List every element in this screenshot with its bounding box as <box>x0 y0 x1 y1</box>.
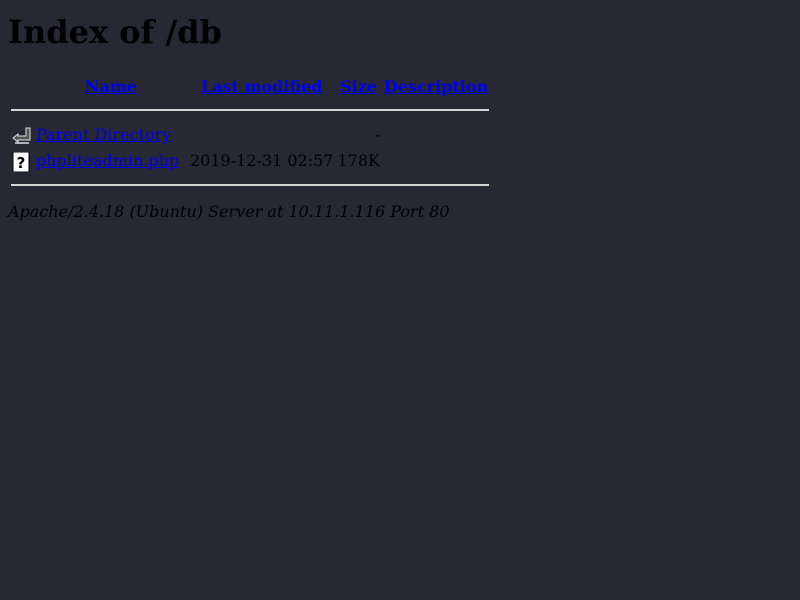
header-separator-row <box>11 101 490 121</box>
svg-text:?: ? <box>17 154 26 172</box>
row-name-cell: Parent Directory <box>35 123 187 147</box>
row-last-modified-cell <box>189 123 334 147</box>
name-column-header: Name <box>35 75 187 99</box>
horizontal-rule <box>11 109 490 111</box>
table-row: ? phpliteadmin.php 2019-12-31 02:57 178K <box>11 149 489 173</box>
description-column-header: Description <box>383 75 489 99</box>
row-name-cell: phpliteadmin.php <box>35 149 187 173</box>
sort-by-name-link[interactable]: Name <box>85 77 137 96</box>
table-header-row: Name Last modified Size Description <box>11 75 489 99</box>
row-size-cell: - <box>374 125 380 144</box>
footer-separator-row <box>11 175 490 196</box>
directory-listing-table: Name Last modified Size Description Pare… <box>9 73 491 198</box>
table-row: Parent Directory - <box>11 123 489 147</box>
back-icon <box>12 124 32 146</box>
row-description-cell <box>383 123 489 147</box>
horizontal-rule <box>11 184 490 186</box>
page-title: Index of /db <box>8 13 222 51</box>
sort-by-last-modified-link[interactable]: Last modified <box>201 77 322 96</box>
row-icon-cell: ? <box>11 149 33 173</box>
sort-by-description-link[interactable]: Description <box>384 77 488 96</box>
server-signature: Apache/2.4.18 (Ubuntu) Server at 10.11.1… <box>8 202 450 221</box>
sort-by-size-link[interactable]: Size <box>340 77 377 96</box>
row-last-modified-cell: 2019-12-31 02:57 <box>190 151 334 170</box>
row-icon-cell <box>11 123 33 147</box>
parent-directory-link[interactable]: Parent Directory <box>36 125 171 144</box>
icon-column-header <box>11 75 33 99</box>
unknown-file-icon: ? <box>12 150 32 172</box>
row-size-cell: 178K <box>337 151 380 170</box>
size-column-header: Size <box>336 75 381 99</box>
row-description-cell <box>383 149 489 173</box>
file-link[interactable]: phpliteadmin.php <box>36 151 179 170</box>
last-modified-column-header: Last modified <box>189 75 334 99</box>
